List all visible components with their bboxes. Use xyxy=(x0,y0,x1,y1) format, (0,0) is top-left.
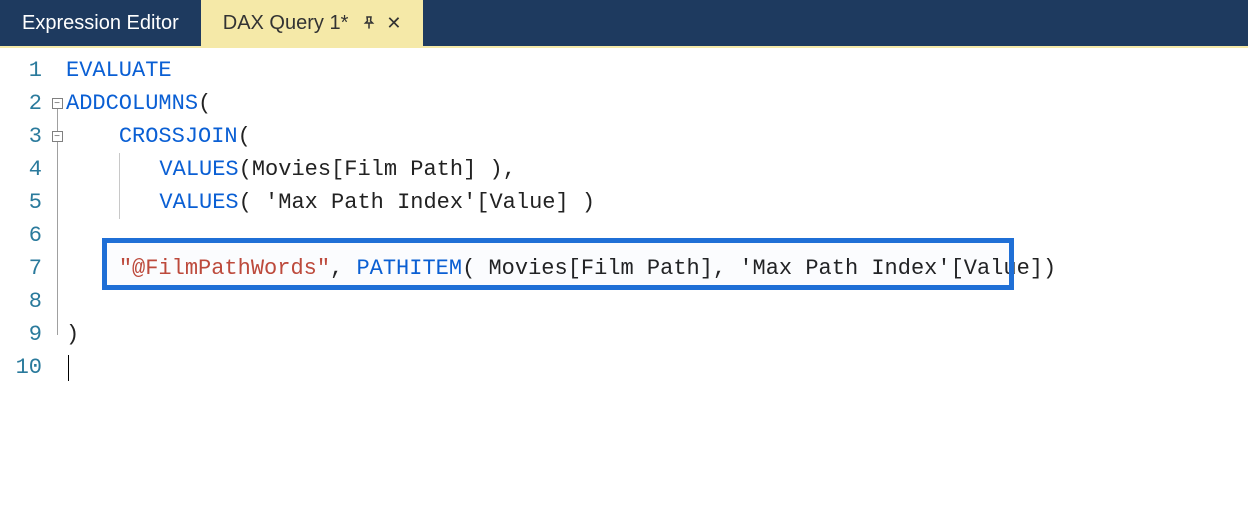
line-number: 1 xyxy=(0,54,48,87)
punct: , xyxy=(713,256,739,281)
keyword: ADDCOLUMNS xyxy=(66,91,198,116)
keyword: PATHITEM xyxy=(356,256,462,281)
line-number: 3 xyxy=(0,120,48,153)
punct: ( xyxy=(239,190,265,215)
fold-toggle-icon[interactable]: − xyxy=(52,131,63,142)
identifier: Movies[Film Path] xyxy=(252,157,490,182)
tab-label: Expression Editor xyxy=(22,12,179,35)
line-number: 4 xyxy=(0,153,48,186)
code-line: VALUES( 'Max Path Index'[Value] ) xyxy=(66,186,1248,219)
fold-gutter: − − xyxy=(48,48,66,508)
text-caret xyxy=(68,355,69,381)
code-line: "@FilmPathWords", PATHITEM( Movies[Film … xyxy=(66,252,1248,285)
punct: ) xyxy=(582,190,595,215)
code-line: ) xyxy=(66,318,1248,351)
code-editor[interactable]: 1 2 3 4 5 6 7 8 9 10 − − EVALUATE ADDCOL… xyxy=(0,48,1248,508)
line-number: 10 xyxy=(0,351,48,384)
line-number: 8 xyxy=(0,285,48,318)
line-number: 9 xyxy=(0,318,48,351)
identifier: 'Max Path Index'[Value] xyxy=(265,190,582,215)
line-number-gutter: 1 2 3 4 5 6 7 8 9 10 xyxy=(0,48,48,508)
code-line: CROSSJOIN( xyxy=(66,120,1248,153)
tab-bar: Expression Editor DAX Query 1* ✕ xyxy=(0,0,1248,48)
keyword: VALUES xyxy=(159,190,238,215)
code-line xyxy=(66,351,1248,384)
line-number: 7 xyxy=(0,252,48,285)
punct: ) xyxy=(66,322,79,347)
code-line: EVALUATE xyxy=(66,54,1248,87)
tab-label: DAX Query 1* xyxy=(223,12,349,35)
identifier: 'Max Path Index'[Value] xyxy=(739,256,1043,281)
punct: ( xyxy=(239,157,252,182)
line-number: 5 xyxy=(0,186,48,219)
punct: , xyxy=(503,157,516,182)
punct: ) xyxy=(489,157,502,182)
code-line xyxy=(66,219,1248,252)
keyword: VALUES xyxy=(159,157,238,182)
tab-dax-query-1[interactable]: DAX Query 1* ✕ xyxy=(201,0,424,46)
string-literal: "@FilmPathWords" xyxy=(119,256,330,281)
pin-icon[interactable] xyxy=(362,16,376,30)
line-number: 2 xyxy=(0,87,48,120)
punct: , xyxy=(330,256,356,281)
code-line: VALUES(Movies[Film Path] ), xyxy=(66,153,1248,186)
punct: ( xyxy=(198,91,211,116)
punct: ( xyxy=(462,256,488,281)
keyword: EVALUATE xyxy=(66,58,172,83)
code-line xyxy=(66,285,1248,318)
keyword: CROSSJOIN xyxy=(119,124,238,149)
code-line: ADDCOLUMNS( xyxy=(66,87,1248,120)
fold-toggle-icon[interactable]: − xyxy=(52,98,63,109)
tab-expression-editor[interactable]: Expression Editor xyxy=(0,0,201,46)
punct: ( xyxy=(238,124,251,149)
punct: ) xyxy=(1043,256,1056,281)
code-area[interactable]: EVALUATE ADDCOLUMNS( CROSSJOIN( VALUES(M… xyxy=(66,48,1248,508)
identifier: Movies[Film Path] xyxy=(488,256,712,281)
line-number: 6 xyxy=(0,219,48,252)
close-icon[interactable]: ✕ xyxy=(386,13,401,34)
